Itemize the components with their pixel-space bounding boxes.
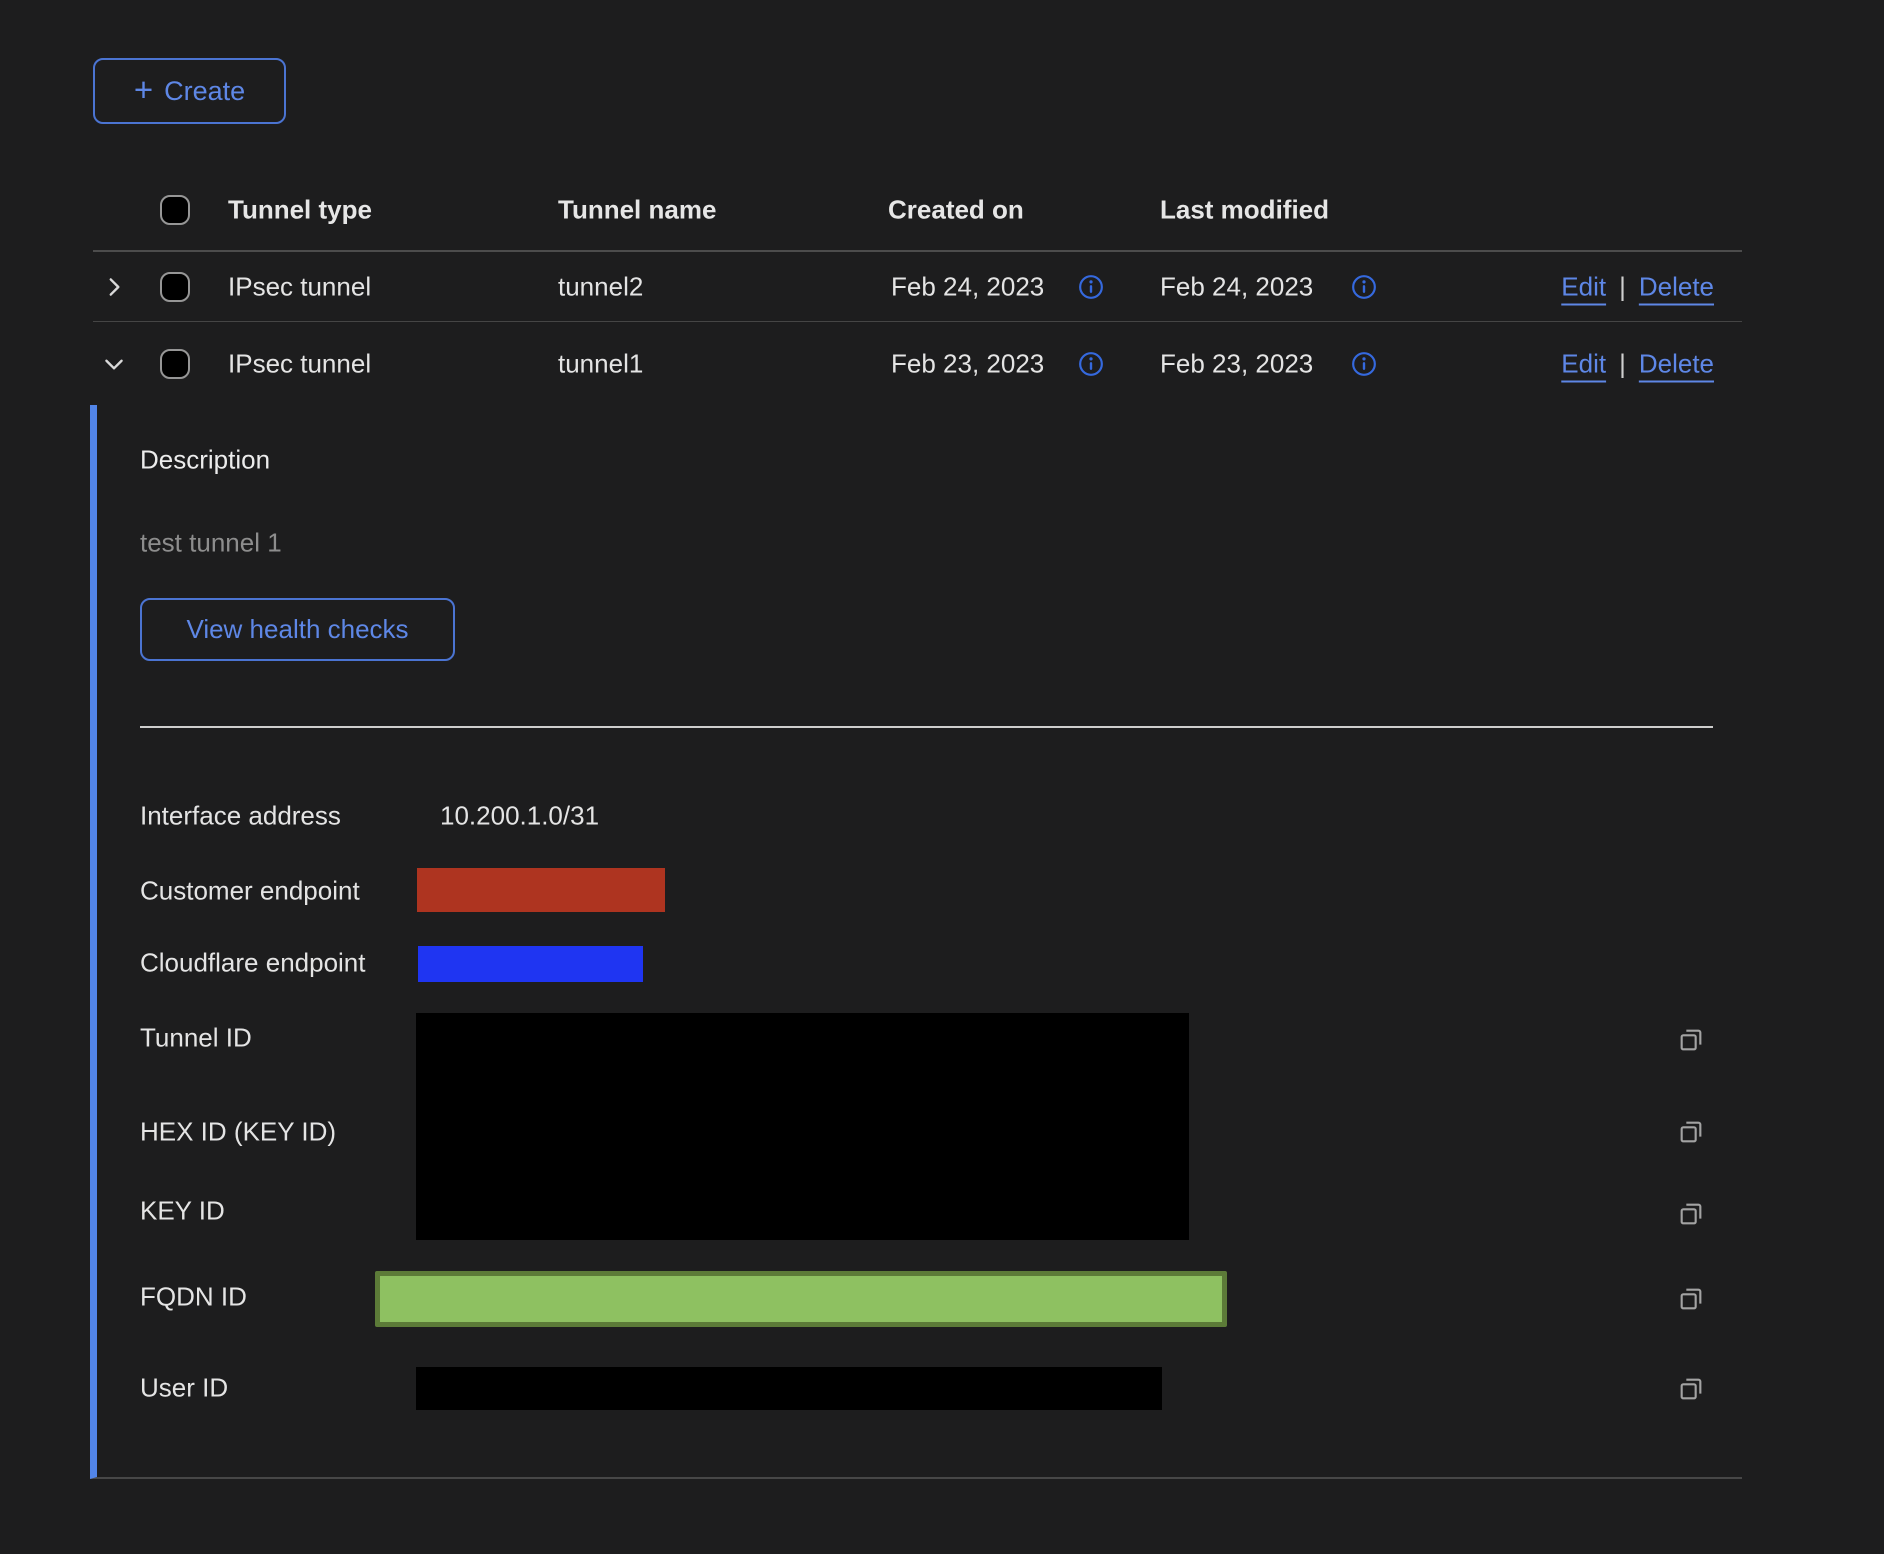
key-id-label: KEY ID <box>140 1196 225 1227</box>
hex-id-label: HEX ID (KEY ID) <box>140 1117 336 1148</box>
ids-redaction <box>416 1013 1189 1240</box>
row-created-on: Feb 23, 2023 <box>891 349 1044 380</box>
view-health-checks-button[interactable]: View health checks <box>140 598 455 661</box>
fqdn-id-label: FQDN ID <box>140 1282 247 1313</box>
select-all-checkbox[interactable] <box>160 195 190 225</box>
user-id-redaction <box>416 1367 1162 1410</box>
info-icon[interactable] <box>1078 274 1104 300</box>
plus-icon: + <box>134 73 153 106</box>
row-tunnel-type: IPsec tunnel <box>228 349 371 380</box>
row-created-on: Feb 24, 2023 <box>891 271 1044 302</box>
info-icon[interactable] <box>1351 274 1377 300</box>
customer-endpoint-label: Customer endpoint <box>140 876 360 907</box>
actions-separator: | <box>1619 271 1626 302</box>
table-row: IPsec tunnel tunnel2 Feb 24, 2023 Feb 24… <box>93 252 1742 322</box>
description-label: Description <box>140 445 270 476</box>
copy-icon[interactable] <box>1675 1283 1707 1315</box>
chevron-right-icon[interactable] <box>101 273 129 301</box>
table-row: IPsec tunnel tunnel1 Feb 23, 2023 Feb 23… <box>93 323 1742 405</box>
chevron-down-icon[interactable] <box>101 350 129 378</box>
row-tunnel-name: tunnel1 <box>558 349 643 380</box>
customer-endpoint-redaction <box>417 868 665 912</box>
delete-link[interactable]: Delete <box>1639 349 1714 380</box>
row-tunnel-type: IPsec tunnel <box>228 271 371 302</box>
header-tunnel-name: Tunnel name <box>558 195 716 226</box>
section-divider <box>140 726 1713 728</box>
header-created-on: Created on <box>888 195 1024 226</box>
table-header-row: Tunnel type Tunnel name Created on Last … <box>93 170 1742 252</box>
copy-icon[interactable] <box>1675 1373 1707 1405</box>
header-last-modified: Last modified <box>1160 195 1329 226</box>
row-last-modified: Feb 23, 2023 <box>1160 349 1313 380</box>
expanded-tunnel-details: Description test tunnel 1 View health ch… <box>90 405 1742 1479</box>
description-value: test tunnel 1 <box>140 528 282 559</box>
info-icon[interactable] <box>1078 351 1104 377</box>
header-tunnel-type: Tunnel type <box>228 195 372 226</box>
interface-address-value: 10.200.1.0/31 <box>440 801 599 832</box>
row-checkbox[interactable] <box>160 272 190 302</box>
edit-link[interactable]: Edit <box>1561 349 1606 380</box>
copy-icon[interactable] <box>1675 1024 1707 1056</box>
copy-icon[interactable] <box>1675 1198 1707 1230</box>
edit-link[interactable]: Edit <box>1561 271 1606 302</box>
create-button[interactable]: + Create <box>93 58 286 124</box>
fqdn-id-redaction <box>375 1271 1227 1327</box>
info-icon[interactable] <box>1351 351 1377 377</box>
tunnels-page: + Create Tunnel type Tunnel name Created… <box>0 0 1884 1554</box>
row-tunnel-name: tunnel2 <box>558 271 643 302</box>
cloudflare-endpoint-redaction <box>418 946 643 982</box>
tunnel-id-label: Tunnel ID <box>140 1023 252 1054</box>
cloudflare-endpoint-label: Cloudflare endpoint <box>140 948 366 979</box>
interface-address-label: Interface address <box>140 801 341 832</box>
create-button-label: Create <box>164 76 245 107</box>
copy-icon[interactable] <box>1675 1116 1707 1148</box>
user-id-label: User ID <box>140 1373 228 1404</box>
actions-separator: | <box>1619 349 1626 380</box>
row-last-modified: Feb 24, 2023 <box>1160 271 1313 302</box>
row-checkbox[interactable] <box>160 349 190 379</box>
delete-link[interactable]: Delete <box>1639 271 1714 302</box>
